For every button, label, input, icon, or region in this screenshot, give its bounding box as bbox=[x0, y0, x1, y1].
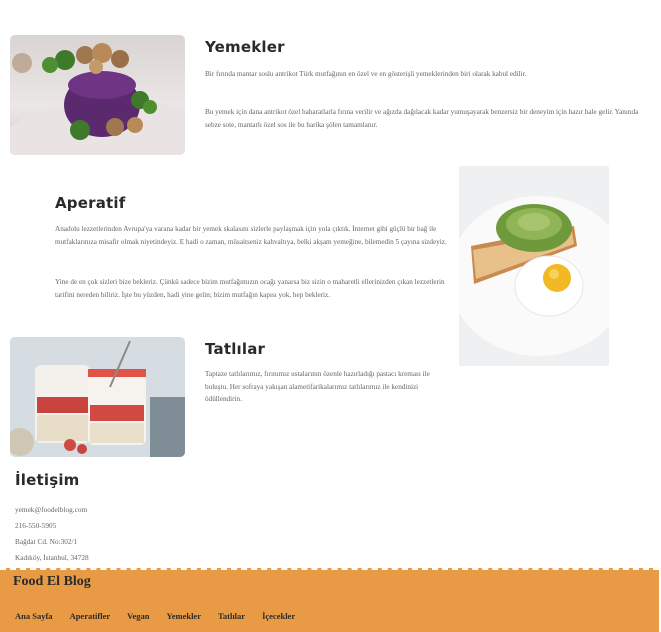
contact-email-link[interactable]: yemek@foodelblog.com bbox=[15, 505, 87, 514]
yemekler-paragraph-1: Bir fırında mantar soslu antrikot Türk m… bbox=[205, 70, 527, 78]
footer: Food El Blog Ana Sayfa Aperatifler Vegan… bbox=[0, 568, 659, 632]
aperatif-image bbox=[459, 166, 609, 366]
footer-nav: Ana Sayfa Aperatifler Vegan Yemekler Tat… bbox=[15, 611, 295, 621]
contact-title: İletişim bbox=[15, 471, 80, 489]
aperatif-paragraph-1: Anadolu lezzetlerinden Avrupa'ya varana … bbox=[55, 225, 447, 246]
footer-nav-vegan[interactable]: Vegan bbox=[127, 611, 149, 621]
yemekler-paragraph-2: Bu yemek için dana antrikot özel baharat… bbox=[205, 108, 639, 129]
contact-address-line-2: Kadıköy, İstanbul, 34728 bbox=[15, 553, 89, 562]
aperatif-paragraph-2: Yine de en çok sizleri bize bekleriz. Çü… bbox=[55, 278, 445, 299]
footer-nav-tatlilar[interactable]: Tatlılar bbox=[218, 611, 245, 621]
contact-address-line-1: Bağdat Cd. No:302/1 bbox=[15, 537, 78, 546]
footer-nav-ana-sayfa[interactable]: Ana Sayfa bbox=[15, 611, 53, 621]
footer-nav-yemekler[interactable]: Yemekler bbox=[167, 611, 201, 621]
tatlilar-title: Tatlılar bbox=[205, 340, 266, 358]
footer-nav-icecekler[interactable]: İçecekler bbox=[262, 611, 295, 621]
yemekler-title: Yemekler bbox=[205, 38, 285, 56]
tatlilar-paragraph-1: Taptaze tatlılarımız, fırınımız ustaları… bbox=[205, 370, 430, 403]
footer-brand[interactable]: Food El Blog bbox=[13, 574, 91, 590]
aperatif-title: Aperatif bbox=[55, 194, 126, 212]
tatlilar-image bbox=[10, 337, 185, 457]
contact-phone: 216-550-5905 bbox=[15, 521, 57, 530]
yemekler-image bbox=[10, 35, 185, 155]
footer-nav-aperatifler[interactable]: Aperatifler bbox=[70, 611, 111, 621]
